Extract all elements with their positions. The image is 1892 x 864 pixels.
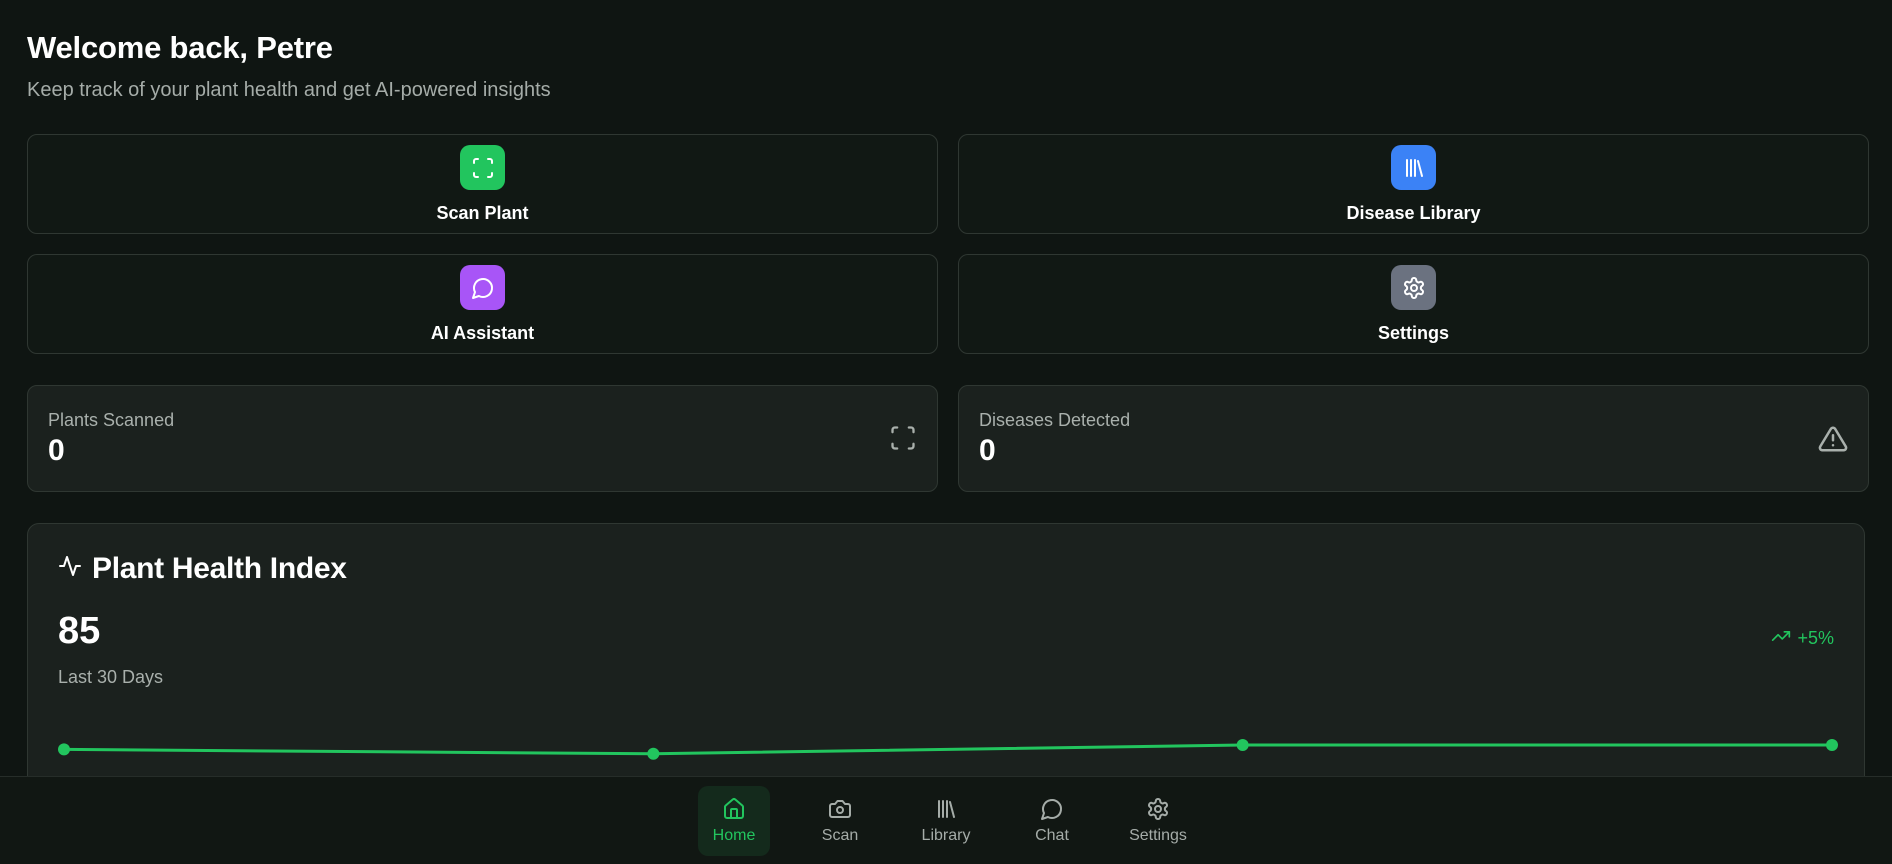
- library-icon: [1391, 145, 1436, 190]
- stats-row: Plants Scanned 0 Diseases Detected 0: [27, 385, 1869, 492]
- ai-assistant-button[interactable]: AI Assistant: [27, 254, 938, 354]
- trending-up-icon: [1771, 626, 1791, 651]
- gear-icon: [1391, 265, 1436, 310]
- health-period: Last 30 Days: [58, 667, 164, 687]
- stat-label: Plants Scanned: [48, 410, 175, 430]
- trend-value: +5%: [1797, 628, 1834, 648]
- camera-icon: [829, 799, 851, 818]
- scan-plant-label: Scan Plant: [436, 203, 529, 223]
- nav-label: Library: [921, 826, 971, 844]
- nav-library[interactable]: Library: [910, 786, 982, 856]
- bottom-navigation: Home Scan Library Chat Settings: [0, 776, 1892, 864]
- health-data-point: [1236, 739, 1249, 751]
- settings-button[interactable]: Settings: [958, 254, 1869, 354]
- library-icon: [938, 799, 955, 818]
- disease-library-button[interactable]: Disease Library: [958, 134, 1869, 234]
- page-title: Welcome back, Petre: [27, 30, 333, 65]
- nav-label: Chat: [1035, 826, 1069, 844]
- health-series-line: [63, 743, 1832, 756]
- gear-icon: [1148, 797, 1168, 820]
- nav-label: Settings: [1129, 826, 1187, 844]
- nav-scan[interactable]: Scan: [804, 786, 876, 856]
- warning-icon: [1818, 424, 1848, 459]
- nav-label: Scan: [821, 826, 859, 844]
- health-title-text: Plant Health Index: [92, 552, 347, 585]
- nav-label: Home: [712, 826, 756, 844]
- settings-label: Settings: [1377, 323, 1449, 343]
- scan-plant-button[interactable]: Scan Plant: [27, 134, 938, 234]
- health-data-point: [1826, 739, 1838, 751]
- health-value: 85: [58, 610, 101, 652]
- scan-icon: [889, 424, 917, 457]
- health-data-point: [647, 747, 660, 760]
- health-title: Plant Health Index: [58, 552, 1834, 586]
- health-line-chart: [58, 739, 1838, 760]
- page-subtitle: Keep track of your plant health and get …: [27, 79, 551, 101]
- diseases-detected-card: Diseases Detected 0: [958, 385, 1869, 492]
- nav-home[interactable]: Home: [698, 785, 770, 856]
- trend-badge: +5%: [1771, 626, 1834, 651]
- nav-settings[interactable]: Settings: [1122, 786, 1194, 856]
- stat-value: 0: [48, 434, 65, 467]
- health-data-point: [58, 743, 70, 756]
- nav-chat[interactable]: Chat: [1016, 786, 1088, 856]
- chat-icon: [1041, 798, 1062, 820]
- home-icon: [724, 797, 744, 819]
- plants-scanned-card: Plants Scanned 0: [27, 385, 938, 492]
- chat-icon: [460, 265, 505, 310]
- ai-assistant-label: AI Assistant: [430, 323, 535, 343]
- disease-library-label: Disease Library: [1346, 203, 1481, 223]
- activity-icon: [58, 552, 82, 586]
- stat-value: 0: [979, 434, 996, 467]
- scan-icon: [460, 145, 505, 190]
- stat-label: Diseases Detected: [979, 410, 1131, 430]
- dashboard-page: Welcome back, Petre Keep track of your p…: [0, 0, 1892, 864]
- quick-actions: Scan Plant Disease Library AI Assistant: [27, 134, 1869, 354]
